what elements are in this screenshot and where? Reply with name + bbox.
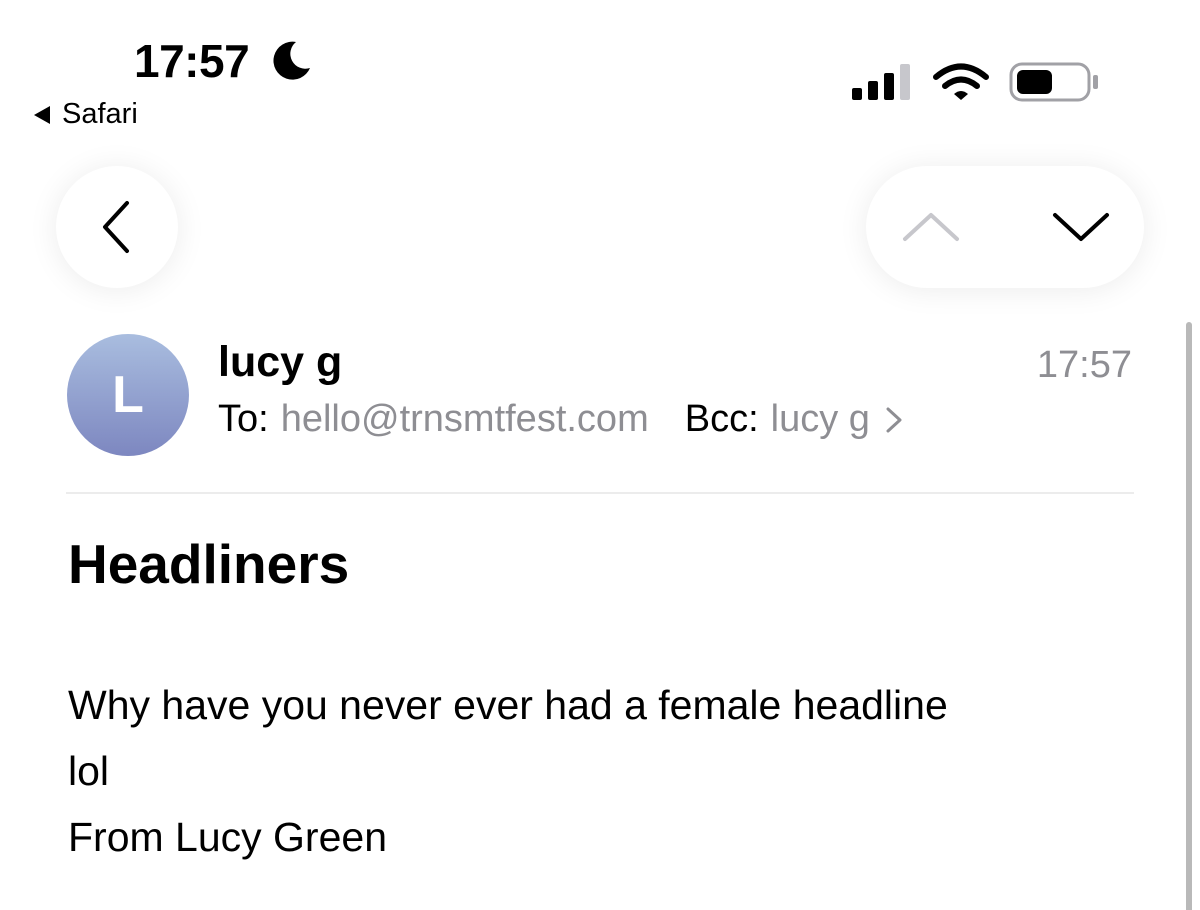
mail-message-view: 17:57 Safari L lucy g 17:57 To: hello@tr… <box>0 0 1200 910</box>
to-label: To: <box>218 398 269 440</box>
wifi-icon <box>933 63 989 100</box>
scrollbar[interactable] <box>1186 322 1192 910</box>
message-body: Why have you never ever had a female hea… <box>68 672 1128 870</box>
sender-name[interactable]: lucy g <box>218 338 342 387</box>
bcc-label: Bcc: <box>684 398 759 440</box>
body-line: lol <box>68 748 110 794</box>
chevron-left-icon <box>103 201 129 253</box>
battery-icon <box>1009 62 1098 102</box>
message-nav-control <box>866 166 1144 288</box>
chevron-right-icon[interactable] <box>884 405 904 435</box>
back-app-label: Safari <box>62 98 138 130</box>
chevron-up-icon <box>903 213 959 241</box>
body-line: From Lucy Green <box>68 814 387 860</box>
to-address[interactable]: hello@trnsmtfest.com <box>281 398 649 441</box>
next-message-button[interactable] <box>1046 192 1116 262</box>
avatar[interactable]: L <box>67 334 189 456</box>
recipients-line[interactable]: To: hello@trnsmtfest.com Bcc: lucy g <box>218 398 904 441</box>
bcc-address[interactable]: lucy g <box>771 398 870 441</box>
chevron-down-icon <box>1053 213 1109 241</box>
header-divider <box>66 492 1134 494</box>
signal-icon <box>852 64 910 100</box>
previous-message-button[interactable] <box>896 192 966 262</box>
status-time: 17:57 <box>134 35 250 87</box>
back-triangle-icon <box>34 105 50 124</box>
message-subject: Headliners <box>68 533 350 595</box>
body-line: Why have you never ever had a female hea… <box>68 682 948 728</box>
moon-icon <box>273 41 310 80</box>
back-to-app-link[interactable]: Safari <box>34 98 138 131</box>
back-button[interactable] <box>56 166 178 288</box>
message-time: 17:57 <box>1036 344 1132 386</box>
